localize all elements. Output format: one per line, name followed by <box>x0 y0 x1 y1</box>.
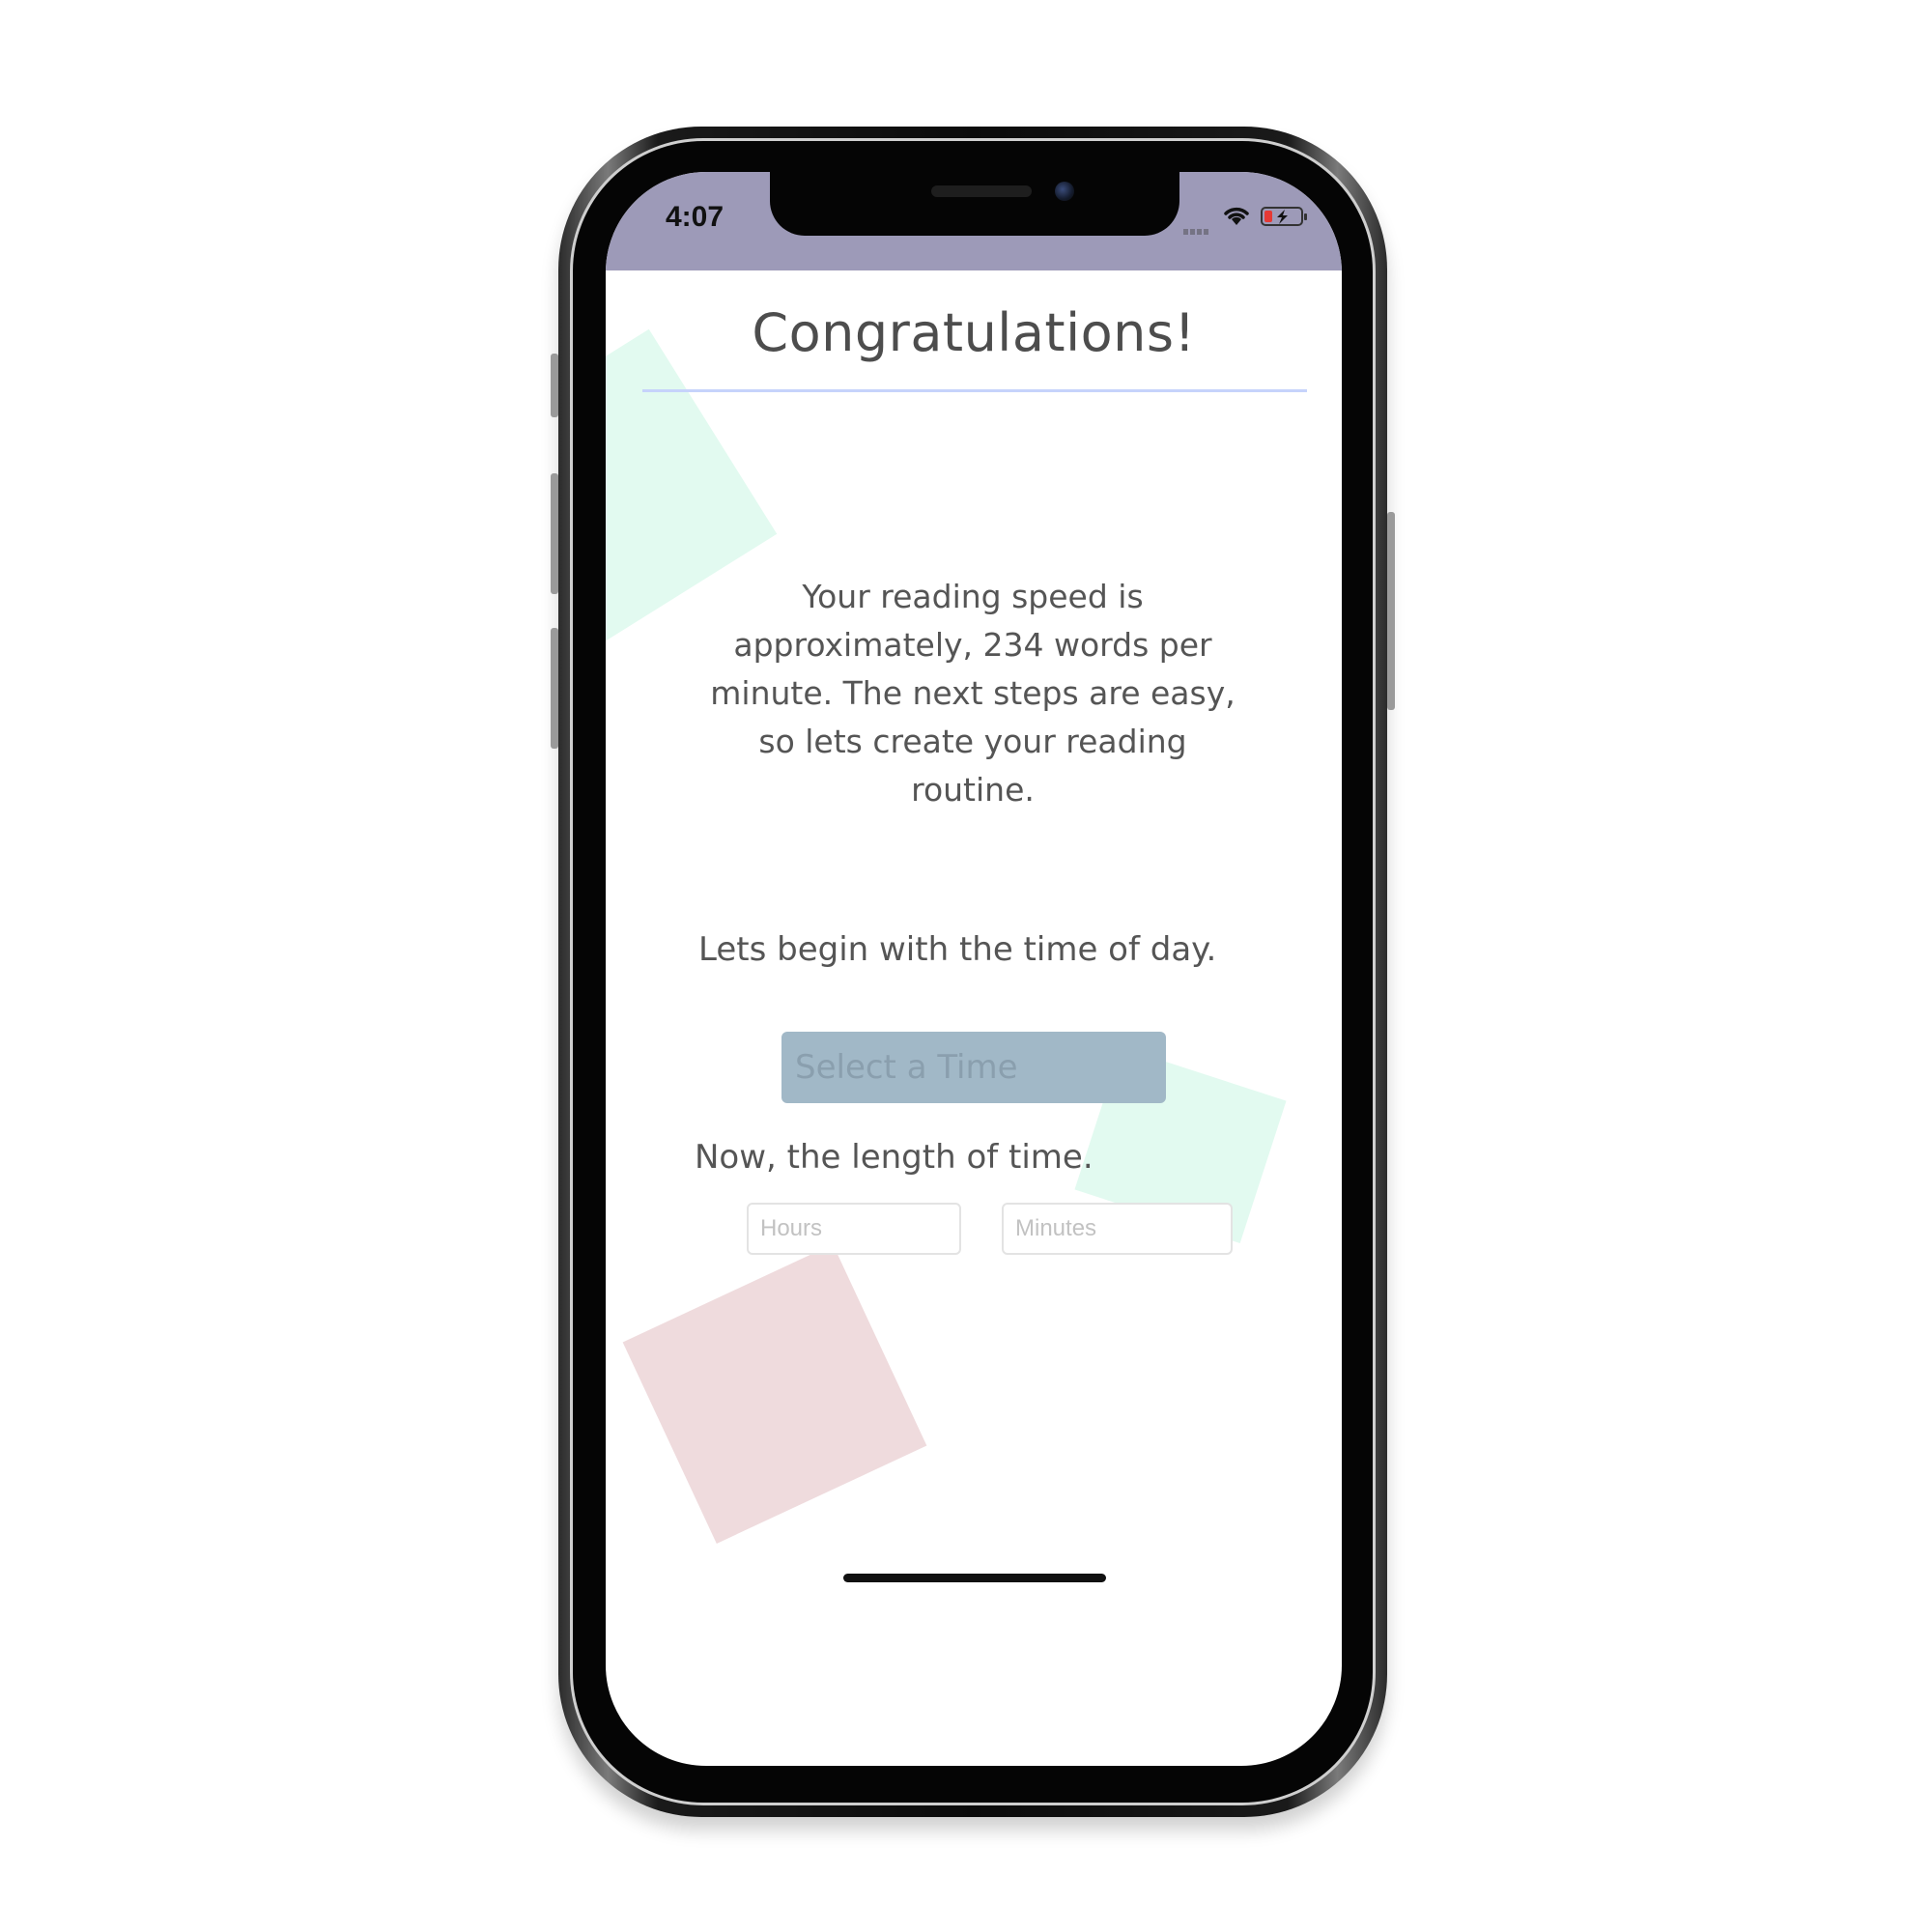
power-button <box>1387 512 1395 710</box>
home-indicator[interactable] <box>843 1574 1106 1582</box>
battery-icon <box>1261 207 1307 226</box>
wifi-icon <box>1224 207 1249 225</box>
page-title: Congratulations! <box>752 302 1196 363</box>
hours-field[interactable] <box>747 1203 961 1255</box>
length-of-time-prompt: Now, the length of time. <box>695 1138 1094 1177</box>
title-divider <box>642 389 1307 392</box>
silent-switch <box>551 354 558 417</box>
phone-screen: 4:07 Congratulations! Your reading speed… <box>606 172 1342 1766</box>
status-time: 4:07 <box>666 201 724 233</box>
select-time-button[interactable]: Select a Time <box>781 1032 1166 1103</box>
notch <box>770 172 1179 236</box>
minutes-field[interactable] <box>1002 1203 1233 1255</box>
status-bar: 4:07 <box>606 172 1342 270</box>
speaker-grille <box>931 185 1032 197</box>
time-of-day-prompt: Lets begin with the time of day. <box>698 930 1217 969</box>
front-camera <box>1055 182 1074 201</box>
decor-pink-square <box>622 1244 927 1544</box>
volume-up-button <box>551 473 558 594</box>
reading-speed-message: Your reading speed is approximately, 234… <box>710 578 1236 809</box>
volume-down-button <box>551 628 558 749</box>
signal-icon <box>1183 220 1216 235</box>
